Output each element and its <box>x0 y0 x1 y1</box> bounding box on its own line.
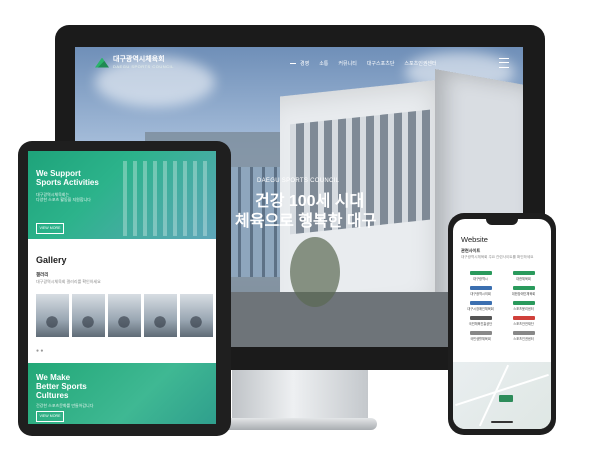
related-sites-desc: 대구광역시체육회 주요 관련사이트를 확인하세요 <box>461 255 534 259</box>
gallery-label: 갤러리 <box>36 272 49 277</box>
site-logo-icon <box>504 329 543 336</box>
nav-item-communication[interactable]: 소통 <box>319 60 328 67</box>
website-title: Website <box>461 235 488 244</box>
logo-mountain-icon <box>95 57 109 68</box>
site-name: 스포츠안전재단 <box>513 322 534 326</box>
phone-notch <box>486 219 518 225</box>
site-link[interactable]: 대한장애인체육회 <box>504 284 543 296</box>
site-link[interactable]: 대구시장애인체육회 <box>461 299 500 311</box>
tablet-section2-line1: We Make <box>36 373 71 382</box>
site-logo-icon <box>504 299 543 306</box>
nav-item-management[interactable]: 경영 <box>300 60 309 67</box>
gallery-photo[interactable] <box>108 294 141 337</box>
site-link[interactable]: 대구광역시 <box>461 269 500 281</box>
site-logo-mark <box>469 270 492 275</box>
site-logo-icon <box>461 329 500 336</box>
site-logo-mark <box>512 300 535 305</box>
nav-item-human-rights[interactable]: 스포츠인권센터 <box>404 60 436 67</box>
tree <box>290 237 340 307</box>
site-link[interactable]: 국민체육진흥공단 <box>461 314 500 326</box>
map-pin-icon[interactable] <box>499 395 513 402</box>
main-nav: 경영 소통 커뮤니티 대구스포츠단 스포츠인권센터 <box>300 60 437 67</box>
tablet-hero-desc-line2: 다양한 스포츠 활동을 지원합니다 <box>36 197 91 202</box>
site-logo-icon <box>461 284 500 291</box>
tablet-section2-line2: Better Sports <box>36 382 87 391</box>
view-more-button[interactable]: VIEW MORE <box>36 223 64 234</box>
gallery-photo[interactable] <box>36 294 69 337</box>
menu-icon[interactable] <box>499 58 509 68</box>
gallery-desc: 대구광역시체육회 갤러리를 확인하세요 <box>36 279 101 284</box>
monitor-stand <box>232 370 368 422</box>
phone-screen: Website 관련사이트 대구광역시체육회 주요 관련사이트를 확인하세요 대… <box>453 219 551 429</box>
site-name: 대구광역시 <box>473 277 488 281</box>
tablet-hero-building <box>123 161 213 236</box>
site-name: 대한체육회 <box>516 277 531 281</box>
site-logo-mark <box>469 330 492 335</box>
site-logo-mark <box>512 285 535 290</box>
site-logo-icon <box>461 299 500 306</box>
tablet-hero-title-line1: We Support <box>36 169 81 178</box>
gallery-title: Gallery <box>36 255 67 265</box>
site-name: 스포츠윤리센터 <box>513 307 534 311</box>
site-logo-icon <box>504 284 543 291</box>
gallery-photos <box>36 294 213 337</box>
tablet-hero-title-line2: Sports Activities <box>36 178 99 187</box>
tablet-device: We Support Sports Activities 대구광역시체육회는 다… <box>18 141 231 436</box>
related-sites-grid: 대구광역시 대한체육회 대구광역시의회 대한장애인체육회 대구시장애인체육회 스… <box>461 269 543 341</box>
logo-name: 대구광역시체육회 <box>113 56 165 63</box>
site-name: 대한장애인체육회 <box>511 292 536 296</box>
related-sites-label: 관련사이트 <box>461 248 481 253</box>
tablet-screen: We Support Sports Activities 대구광역시체육회는 다… <box>28 151 216 424</box>
tablet-section2-title: We Make Better Sports Cultures <box>36 373 87 400</box>
site-name: 국민체육진흥공단 <box>468 322 493 326</box>
site-name: 대구광역시의회 <box>470 292 491 296</box>
site-logo-mark <box>512 315 535 320</box>
hero-kicker: DAEGU SPORTS COUNCIL <box>257 178 340 184</box>
monitor-base <box>222 418 377 430</box>
site-logo-mark <box>512 270 535 275</box>
gallery-pagination[interactable]: ● ● <box>36 348 43 354</box>
nav-item-sports-team[interactable]: 대구스포츠단 <box>367 60 395 67</box>
gallery-photo[interactable] <box>180 294 213 337</box>
home-indicator <box>491 421 513 423</box>
site-name: 대구시장애인체육회 <box>467 307 494 311</box>
tablet-hero-desc: 대구광역시체육회는 다양한 스포츠 활동을 지원합니다 <box>36 192 91 202</box>
site-link[interactable]: 대구광역시의회 <box>461 284 500 296</box>
site-logo-icon <box>504 269 543 276</box>
gallery-photo[interactable] <box>144 294 177 337</box>
site-logo-icon <box>461 314 500 321</box>
site-link[interactable]: 스포츠윤리센터 <box>504 299 543 311</box>
nav-divider <box>290 63 296 64</box>
nav-item-community[interactable]: 커뮤니티 <box>338 60 356 67</box>
gallery-photo[interactable] <box>72 294 105 337</box>
site-name: 국민생활체육회 <box>470 337 491 341</box>
site-logo[interactable]: 대구광역시체육회 DAEGU SPORTS COUNCIL <box>95 56 174 69</box>
site-logo-mark <box>512 330 535 335</box>
site-link[interactable]: 스포츠인권센터 <box>504 329 543 341</box>
hero-title-line2: 체육으로 행복한 대구 <box>235 213 377 230</box>
site-logo-icon <box>504 314 543 321</box>
site-name: 스포츠인권센터 <box>513 337 534 341</box>
logo-subtitle: DAEGU SPORTS COUNCIL <box>113 64 174 69</box>
site-logo-mark <box>469 285 492 290</box>
site-link[interactable]: 스포츠안전재단 <box>504 314 543 326</box>
view-more-button[interactable]: VIEW MORE <box>36 411 64 422</box>
tablet-section2-desc: 건강한 스포츠문화를 만들어갑니다 <box>36 403 94 408</box>
site-link[interactable]: 국민생활체육회 <box>461 329 500 341</box>
site-link[interactable]: 대한체육회 <box>504 269 543 281</box>
tablet-hero-title: We Support Sports Activities <box>36 169 99 187</box>
site-logo-icon <box>461 269 500 276</box>
site-header: 대구광역시체육회 DAEGU SPORTS COUNCIL 경영 소통 커뮤니티… <box>75 47 523 81</box>
tablet-section2-line3: Cultures <box>36 391 69 400</box>
site-logo-mark <box>469 300 492 305</box>
phone-device: Website 관련사이트 대구광역시체육회 주요 관련사이트를 확인하세요 대… <box>448 213 556 435</box>
site-logo-mark <box>469 315 492 320</box>
